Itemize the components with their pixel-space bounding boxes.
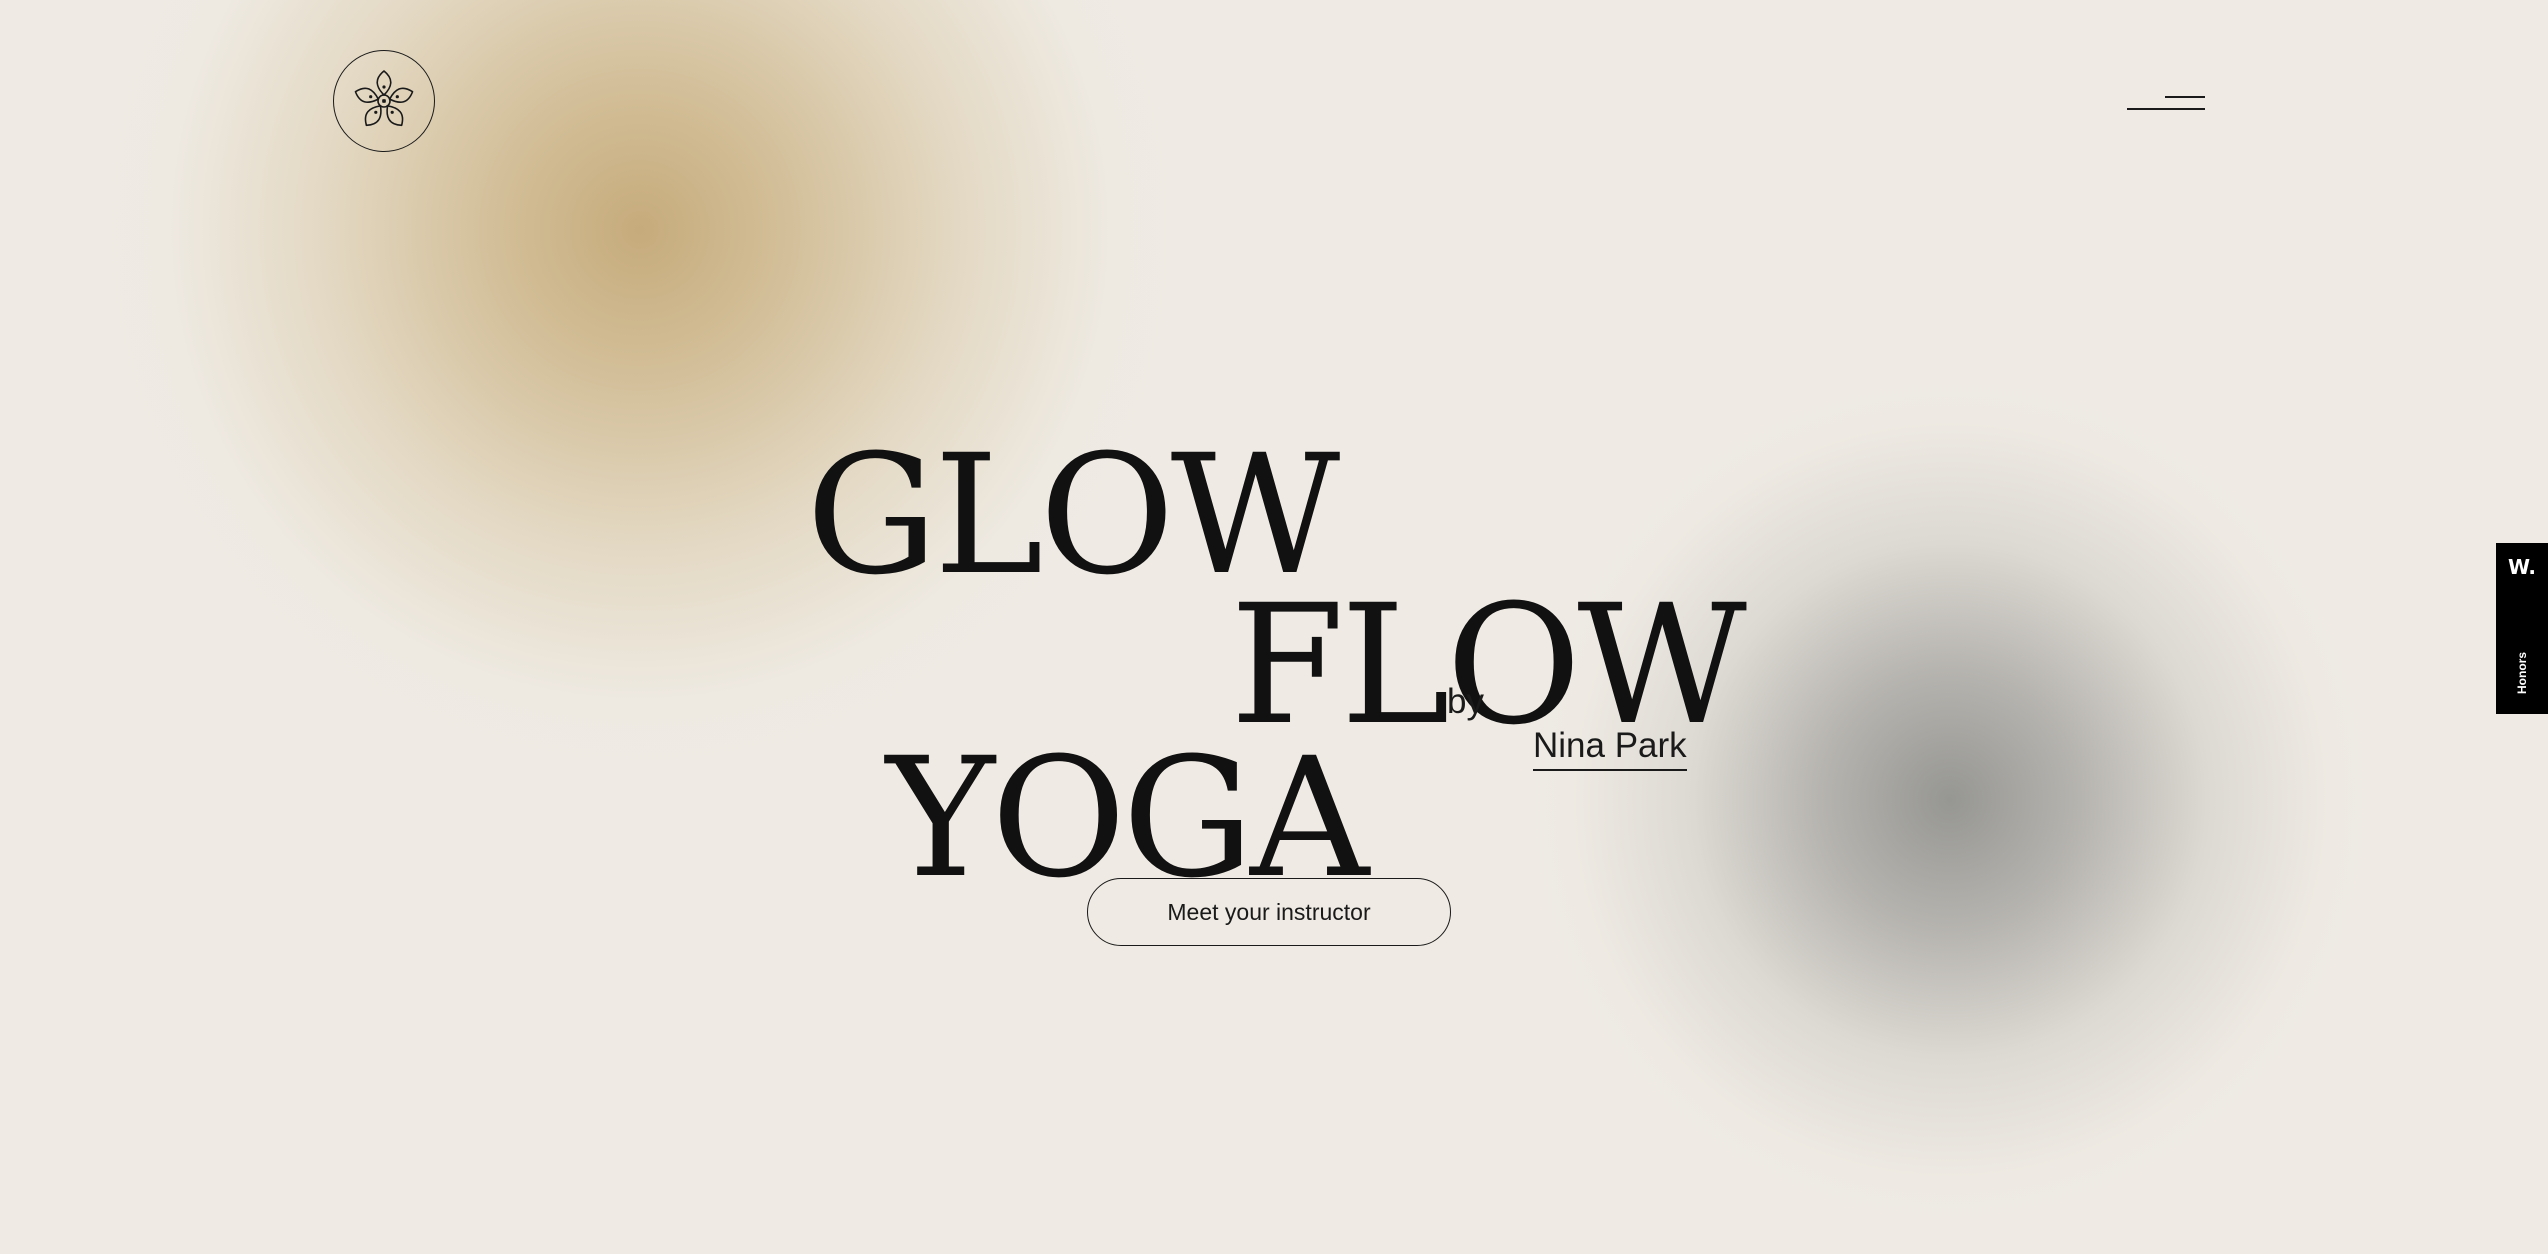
meet-instructor-button[interactable]: Meet your instructor: [1087, 878, 1451, 946]
hero-title-yoga: YOGA: [886, 721, 1369, 914]
menu-line-bottom: [2127, 108, 2205, 110]
logo-button[interactable]: [333, 50, 435, 152]
grey-gradient-glow: [1450, 360, 2450, 1254]
author-link[interactable]: Nina Park: [1533, 727, 1687, 771]
flower-icon: [354, 70, 414, 127]
by-label: by: [1447, 682, 1484, 721]
menu-line-top: [2165, 96, 2205, 98]
award-label: Honors: [2515, 652, 2529, 694]
award-logo: W.: [2507, 555, 2537, 579]
award-badge[interactable]: W. Honors: [2496, 543, 2548, 714]
menu-button[interactable]: [2125, 88, 2205, 114]
